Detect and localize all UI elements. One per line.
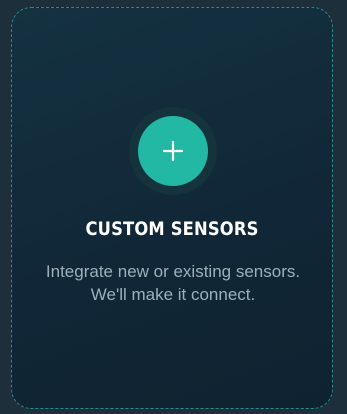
custom-sensors-card[interactable]: CUSTOM SENSORS Integrate new or existing… xyxy=(11,7,333,409)
card-description: Integrate new or existing sensors. We'll… xyxy=(45,262,301,304)
card-title: CUSTOM SENSORS xyxy=(85,218,259,240)
plus-icon xyxy=(162,140,184,162)
add-sensor-button[interactable] xyxy=(138,116,208,186)
add-button-ring xyxy=(129,107,217,195)
